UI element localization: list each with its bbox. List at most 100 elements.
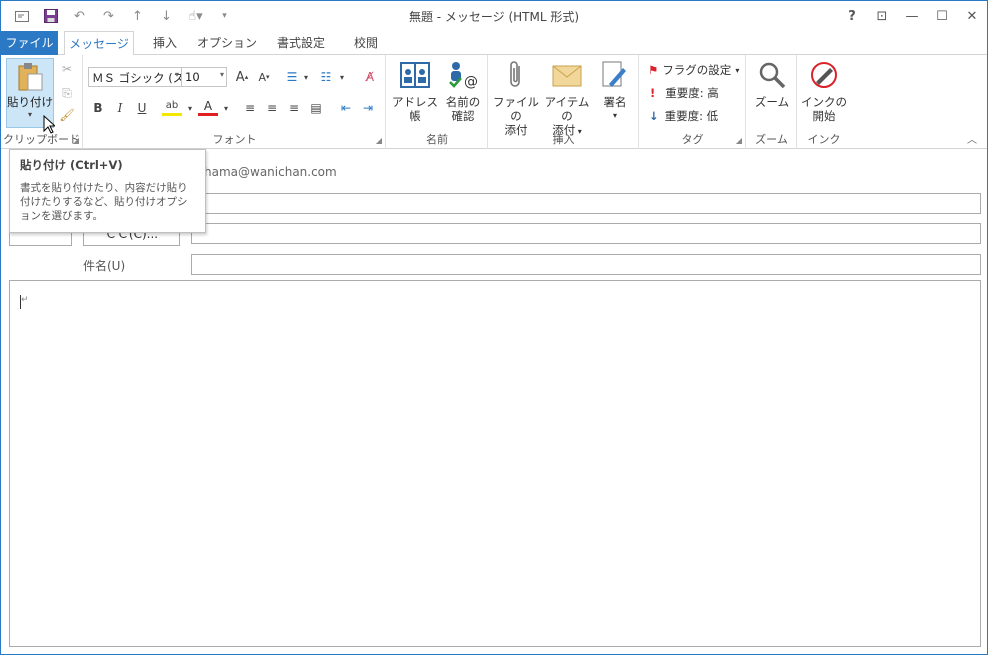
start-inking-label-1: インクの — [801, 95, 847, 109]
chevron-down-icon: ▾ — [735, 65, 740, 75]
tab-file[interactable]: ファイル — [1, 31, 58, 55]
low-importance-label: 重要度: 低 — [664, 109, 719, 123]
zoom-label: ズーム — [754, 95, 790, 109]
grow-font-icon[interactable]: A ▴ — [232, 67, 252, 87]
zoom-button[interactable]: ズーム — [749, 59, 795, 109]
align-right-icon[interactable]: ≡ — [284, 98, 304, 118]
envelope-icon — [550, 59, 584, 91]
dialog-launcher-icon[interactable]: ◢ — [376, 136, 382, 145]
check-names-label-1: 名前の — [445, 95, 481, 109]
paragraph-mark: ↵ — [21, 295, 29, 305]
signature-icon — [598, 59, 632, 91]
ribbon-display-button[interactable]: ⊡ — [867, 1, 897, 31]
clear-formatting-icon[interactable]: A̸ — [360, 67, 380, 87]
chevron-down-icon: ▾ — [174, 70, 179, 79]
tab-format-text[interactable]: 書式設定 — [267, 31, 335, 55]
ribbon: 貼り付け ▾ ✂ ⎘ 🖌 クリップボード ◢ ＭＳ ゴシック (ス ▾ 10 ▾… — [1, 55, 987, 149]
italic-button[interactable]: I — [110, 98, 130, 118]
high-importance-label: 重要度: 高 — [665, 86, 719, 100]
tab-message[interactable]: メッセージ — [64, 31, 134, 56]
underline-button[interactable]: U — [132, 98, 152, 118]
paste-label: 貼り付け — [7, 95, 53, 109]
window-controls: ? ⊡ — ☐ ✕ — [837, 1, 987, 31]
chevron-down-icon: ▾ — [612, 111, 617, 120]
include-group: ファイルの 添付 アイテムの 添付 ▾ 署名 ▾ 挿入 — [489, 55, 639, 149]
ink-group: インクの 開始 インク — [798, 55, 850, 149]
follow-up-button[interactable]: ⚑ フラグの設定 ▾ — [648, 62, 739, 78]
start-inking-button[interactable]: インクの 開始 — [800, 59, 848, 123]
message-body[interactable]: ↵ — [9, 280, 981, 647]
attach-file-button[interactable]: ファイルの 添付 — [491, 59, 541, 137]
format-painter-icon[interactable]: 🖌 — [57, 105, 77, 125]
tooltip-body: 書式を貼り付けたり、内容だけ貼り付けたりするなど、貼り付けオプションを選びます。 — [20, 182, 188, 222]
zoom-group-label: ズーム — [755, 133, 788, 146]
names-group: アドレス帳 @ 名前の 確認 名前 — [387, 55, 488, 149]
address-book-icon — [398, 59, 432, 91]
maximize-button[interactable]: ☐ — [927, 1, 957, 31]
font-size-combo[interactable]: 10 ▾ — [181, 67, 227, 87]
bold-button[interactable]: B — [88, 98, 108, 118]
chevron-down-icon[interactable]: ▾ — [180, 98, 200, 118]
tooltip-title: 貼り付け (Ctrl+V) — [20, 158, 123, 172]
font-color-icon[interactable]: A — [198, 98, 218, 116]
clipboard-icon — [16, 62, 44, 92]
exclamation-icon: ! — [650, 86, 656, 100]
increase-indent-icon[interactable]: ⇥ — [358, 98, 378, 118]
chevron-down-icon: ▾ — [219, 70, 224, 79]
down-arrow-icon: ↓ — [649, 109, 659, 123]
tab-insert[interactable]: 挿入 — [142, 31, 188, 55]
tags-group-label: タグ — [681, 133, 704, 146]
attach-item-button[interactable]: アイテムの 添付 ▾ — [541, 59, 593, 139]
font-size-value: 10 — [185, 70, 200, 84]
highlight-icon[interactable]: ab — [162, 98, 182, 116]
flag-icon: ⚑ — [648, 63, 659, 77]
subject-field[interactable] — [191, 254, 981, 275]
ink-pen-icon — [807, 59, 841, 91]
mouse-pointer-icon — [43, 114, 57, 137]
low-importance-button[interactable]: ↓ 重要度: 低 — [649, 108, 718, 124]
svg-text:@: @ — [464, 74, 478, 90]
font-group: ＭＳ ゴシック (ス ▾ 10 ▾ A ▴ A ▾ ☰ ▾ ☷ ▾ A̸ B I U… — [84, 55, 386, 149]
cc-field[interactable] — [191, 223, 981, 244]
ribbon-tabs: ファイル メッセージ 挿入 オプション 書式設定 校閲 — [1, 31, 987, 56]
attach-file-label-1: ファイルの — [493, 95, 539, 123]
to-field[interactable] — [191, 193, 981, 214]
shrink-font-icon[interactable]: A ▾ — [254, 67, 274, 87]
close-button[interactable]: ✕ — [957, 1, 987, 31]
help-button[interactable]: ? — [837, 1, 867, 31]
collapse-ribbon-icon[interactable]: ︿ — [967, 131, 977, 146]
font-name-value: ＭＳ ゴシック (ス — [92, 71, 182, 85]
ink-group-label: インク — [807, 133, 841, 146]
address-book-button[interactable]: アドレス帳 — [389, 59, 441, 123]
signature-label: 署名 — [603, 95, 627, 109]
justify-icon[interactable]: ▤ — [306, 98, 326, 118]
minimize-button[interactable]: — — [897, 1, 927, 31]
check-names-button[interactable]: @ 名前の 確認 — [441, 59, 485, 123]
check-names-label-2: 確認 — [451, 109, 475, 123]
align-left-icon[interactable]: ≡ — [240, 98, 260, 118]
title-bar: ↶ ↷ ↑ ↓ ☝▾ ▾ 無題 - メッセージ (HTML 形式) ? ⊡ — … — [1, 1, 987, 31]
address-book-label: アドレス帳 — [392, 95, 438, 123]
signature-button[interactable]: 署名 ▾ — [595, 59, 635, 123]
clipboard-group-label: クリップボード — [3, 133, 80, 146]
names-group-label: 名前 — [426, 133, 448, 146]
font-group-label: フォント — [212, 133, 257, 146]
check-names-icon: @ — [446, 59, 480, 91]
font-name-combo[interactable]: ＭＳ ゴシック (ス ▾ — [88, 67, 182, 87]
chevron-down-icon[interactable]: ▾ — [296, 67, 316, 87]
chevron-down-icon[interactable]: ▾ — [216, 98, 236, 118]
tab-review[interactable]: 校閲 — [343, 31, 389, 55]
copy-icon[interactable]: ⎘ — [57, 83, 77, 103]
dialog-launcher-icon[interactable]: ◢ — [736, 136, 742, 145]
chevron-down-icon[interactable]: ▾ — [332, 67, 352, 87]
include-group-label: 挿入 — [552, 133, 575, 146]
align-center-icon[interactable]: ≡ — [262, 98, 282, 118]
decrease-indent-icon[interactable]: ⇤ — [336, 98, 356, 118]
tab-options[interactable]: オプション — [195, 31, 259, 55]
dialog-launcher-icon[interactable]: ◢ — [73, 136, 79, 145]
attach-item-label-1: アイテムの — [544, 95, 590, 123]
from-value: hama@wanichan.com — [204, 165, 337, 179]
high-importance-button[interactable]: ! 重要度: 高 — [650, 85, 719, 101]
cut-icon[interactable]: ✂ — [57, 59, 77, 79]
paperclip-icon — [499, 59, 533, 91]
